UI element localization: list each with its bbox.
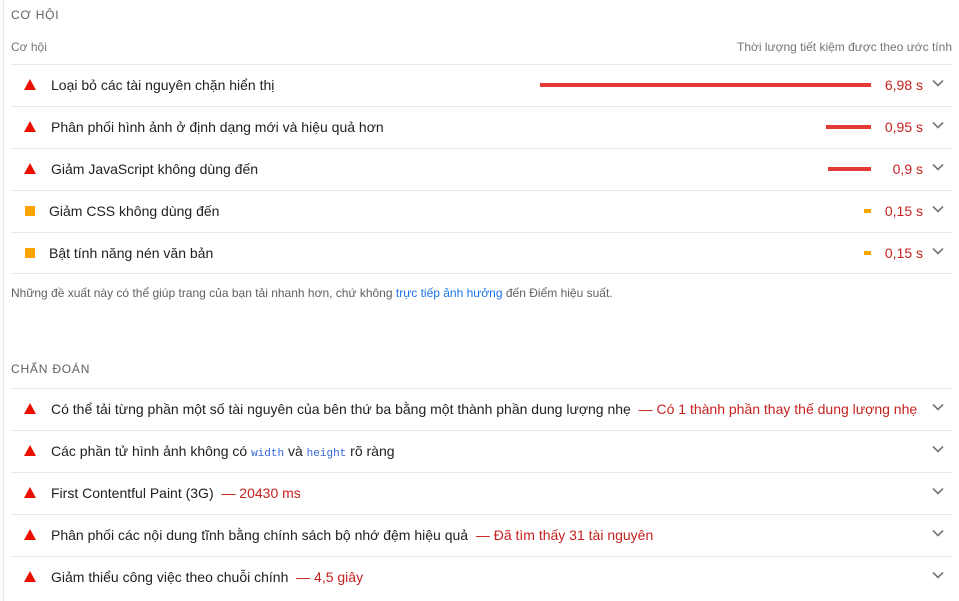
diagnostic-title-text: Các phần tử hình ảnh không có (51, 443, 252, 459)
red-triangle-icon (24, 571, 36, 582)
diagnostic-detail: — Có 1 thành phần thay thế dung lượng nh… (638, 401, 918, 417)
savings-value: 6,98 s (884, 77, 923, 93)
left-border (3, 0, 4, 601)
diagnostic-title-text: First Contentful Paint (3G) (51, 485, 214, 501)
audit-row-text-compression[interactable]: Bật tính năng nén văn bản 0,15 s (11, 232, 952, 274)
audit-title: Loại bỏ các tài nguyên chặn hiển thị (51, 77, 275, 93)
red-triangle-icon (24, 487, 36, 498)
estimated-savings-column-header: Thời lượng tiết kiệm được theo ước tính (737, 40, 952, 54)
diagnostic-title-text: Phân phối các nội dung tĩnh bằng chính s… (51, 527, 469, 543)
chevron-down-icon[interactable] (932, 79, 944, 87)
direct-impact-link[interactable]: trực tiếp ảnh hưởng (396, 286, 503, 300)
diagnostic-title: Phân phối các nội dung tĩnh bằng chính s… (51, 527, 653, 543)
diagnostic-title: Các phần tử hình ảnh không có width và h… (51, 443, 395, 460)
red-triangle-icon (24, 529, 36, 540)
chevron-down-icon[interactable] (932, 205, 944, 213)
orange-square-icon (25, 206, 35, 216)
savings-bar (540, 83, 871, 87)
chevron-down-icon[interactable] (932, 121, 944, 129)
savings-value: 0,15 s (884, 203, 923, 219)
note-text-after: đến Điểm hiệu suất. (502, 286, 613, 300)
orange-square-icon (25, 248, 35, 258)
audit-title: Giảm JavaScript không dùng đến (51, 161, 259, 177)
opportunity-column-header: Cơ hội (11, 40, 47, 54)
red-triangle-icon (24, 163, 36, 174)
code-width: width (251, 448, 285, 460)
chevron-down-icon[interactable] (932, 529, 944, 537)
savings-value: 0,95 s (884, 119, 923, 135)
chevron-down-icon[interactable] (932, 247, 944, 255)
diagnostic-row-unsized-images[interactable]: Các phần tử hình ảnh không có width và h… (11, 430, 952, 471)
diagnostics-section-title: CHẨN ĐOÁN (11, 362, 91, 376)
diagnostic-title: First Contentful Paint (3G) — 20430 ms (51, 485, 301, 501)
audit-row-modern-image-formats[interactable]: Phân phối hình ảnh ở định dạng mới và hi… (11, 106, 952, 147)
audit-row-render-blocking[interactable]: Loại bỏ các tài nguyên chặn hiển thị 6,9… (11, 64, 952, 105)
diagnostic-title: Có thể tải từng phần một số tài nguyên c… (51, 401, 917, 417)
diagnostic-row-cache-policy[interactable]: Phân phối các nội dung tĩnh bằng chính s… (11, 514, 952, 555)
chevron-down-icon[interactable] (932, 571, 944, 579)
diagnostic-title-text: rõ ràng (346, 443, 395, 459)
diagnostic-title-text: Giảm thiểu công việc theo chuỗi chính (51, 569, 289, 585)
diagnostic-title-text: và (284, 443, 307, 459)
savings-value: 0,15 s (884, 245, 923, 261)
audit-title: Phân phối hình ảnh ở định dạng mới và hi… (51, 119, 384, 135)
code-height: height (306, 448, 347, 460)
chevron-down-icon[interactable] (932, 445, 944, 453)
red-triangle-icon (24, 445, 36, 456)
chevron-down-icon[interactable] (932, 487, 944, 495)
opportunities-section-title: CƠ HỘI (11, 8, 60, 22)
savings-value: 0,9 s (892, 161, 923, 177)
diagnostic-detail: — 4,5 giây (296, 569, 364, 585)
diagnostic-title-text: Có thể tải từng phần một số tài nguyên c… (51, 401, 631, 417)
opportunities-note: Những đề xuất này có thể giúp trang của … (11, 286, 613, 300)
audit-row-unused-css[interactable]: Giảm CSS không dùng đến 0,15 s (11, 190, 952, 231)
diagnostic-detail: — Đã tìm thấy 31 tài nguyên (475, 527, 654, 543)
red-triangle-icon (24, 121, 36, 132)
diagnostic-detail: — 20430 ms (221, 485, 301, 501)
note-text-before: Những đề xuất này có thể giúp trang của … (11, 286, 396, 300)
diagnostic-row-third-party-facades[interactable]: Có thể tải từng phần một số tài nguyên c… (11, 388, 952, 429)
diagnostic-title: Giảm thiểu công việc theo chuỗi chính — … (51, 569, 363, 585)
audit-row-unused-javascript[interactable]: Giảm JavaScript không dùng đến 0,9 s (11, 148, 952, 189)
red-triangle-icon (24, 79, 36, 90)
chevron-down-icon[interactable] (932, 163, 944, 171)
diagnostic-row-main-thread-work[interactable]: Giảm thiểu công việc theo chuỗi chính — … (11, 556, 952, 597)
audit-title: Giảm CSS không dùng đến (49, 203, 220, 219)
red-triangle-icon (24, 403, 36, 414)
audit-title: Bật tính năng nén văn bản (49, 245, 214, 261)
diagnostic-row-fcp-3g[interactable]: First Contentful Paint (3G) — 20430 ms (11, 472, 952, 513)
chevron-down-icon[interactable] (932, 403, 944, 411)
